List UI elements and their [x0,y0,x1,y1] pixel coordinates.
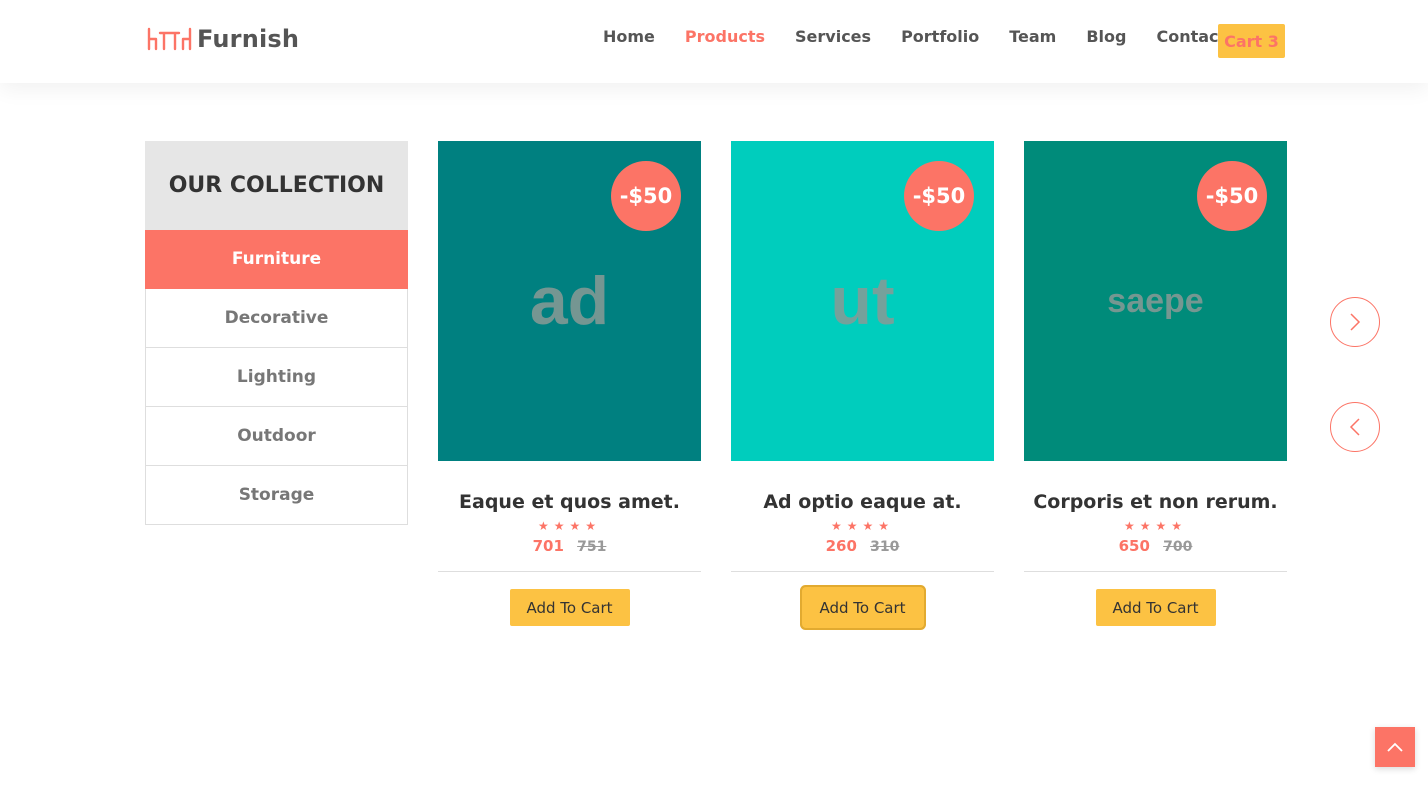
logo[interactable]: Furnish [146,24,299,54]
main-nav: Home Products Services Portfolio Team Bl… [588,24,1241,48]
rating-stars-icon: ★★★★ [537,519,602,533]
table-chairs-icon [147,27,192,51]
nav-team[interactable]: Team [1009,27,1056,46]
discount-badge: -$50 [611,161,681,231]
product-image[interactable]: saepe -$50 [1024,141,1287,461]
price-current: 701 [532,537,564,555]
nav-home[interactable]: Home [603,27,655,46]
product-image[interactable]: ut -$50 [731,141,994,461]
chevron-right-icon [1350,313,1361,331]
price-current: 650 [1118,537,1150,555]
category-furniture[interactable]: Furniture [145,230,408,289]
product-prices: 650 700 [1024,537,1287,555]
category-decorative[interactable]: Decorative [145,289,408,348]
site-header: Furnish Home Products Services Portfolio… [0,0,1428,83]
cart-button[interactable]: Cart 3 [1218,24,1285,58]
nav-blog[interactable]: Blog [1086,27,1126,46]
product-title[interactable]: Corporis et non rerum. [1024,491,1287,513]
product-prices: 260 310 [731,537,994,555]
divider [731,571,994,572]
carousel-prev-button[interactable] [1330,402,1380,452]
nav-products[interactable]: Products [685,27,765,46]
add-to-cart-button[interactable]: Add To Cart [803,589,922,626]
category-storage[interactable]: Storage [145,466,408,525]
nav-portfolio[interactable]: Portfolio [901,27,979,46]
add-to-cart-button[interactable]: Add To Cart [509,589,630,626]
logo-text: Furnish [197,25,300,53]
product-image-text: saepe [1107,281,1204,320]
divider [1024,571,1287,572]
discount-badge: -$50 [1197,161,1267,231]
product-title[interactable]: Eaque et quos amet. [438,491,701,513]
product-prices: 701 751 [438,537,701,555]
price-current: 260 [825,537,857,555]
chevron-left-icon [1349,418,1360,436]
sidebar-title: OUR COLLECTION [145,141,408,230]
add-to-cart-button[interactable]: Add To Cart [1095,589,1216,626]
product-image-text: ad [529,263,610,339]
category-lighting[interactable]: Lighting [145,348,408,407]
collection-sidebar: OUR COLLECTION Furniture Decorative Ligh… [145,141,408,525]
carousel-next-button[interactable] [1330,297,1380,347]
scroll-to-top-button[interactable] [1375,727,1415,767]
nav-services[interactable]: Services [795,27,871,46]
price-original: 310 [870,539,900,555]
product-card: ut -$50 Ad optio eaque at. ★★★★ 260 310 … [731,141,994,641]
category-outdoor[interactable]: Outdoor [145,407,408,466]
product-image[interactable]: ad -$50 [438,141,701,461]
price-original: 751 [577,539,607,555]
nav-contact[interactable]: Contact [1156,27,1226,46]
product-card: ad -$50 Eaque et quos amet. ★★★★ 701 751… [438,141,701,641]
product-image-text: ut [830,263,895,339]
rating-stars-icon: ★★★★ [830,519,895,533]
price-original: 700 [1163,539,1193,555]
chevron-up-icon [1387,742,1403,752]
rating-stars-icon: ★★★★ [1123,519,1188,533]
discount-badge: -$50 [904,161,974,231]
divider [438,571,701,572]
product-title[interactable]: Ad optio eaque at. [731,491,994,513]
product-card: saepe -$50 Corporis et non rerum. ★★★★ 6… [1024,141,1287,641]
